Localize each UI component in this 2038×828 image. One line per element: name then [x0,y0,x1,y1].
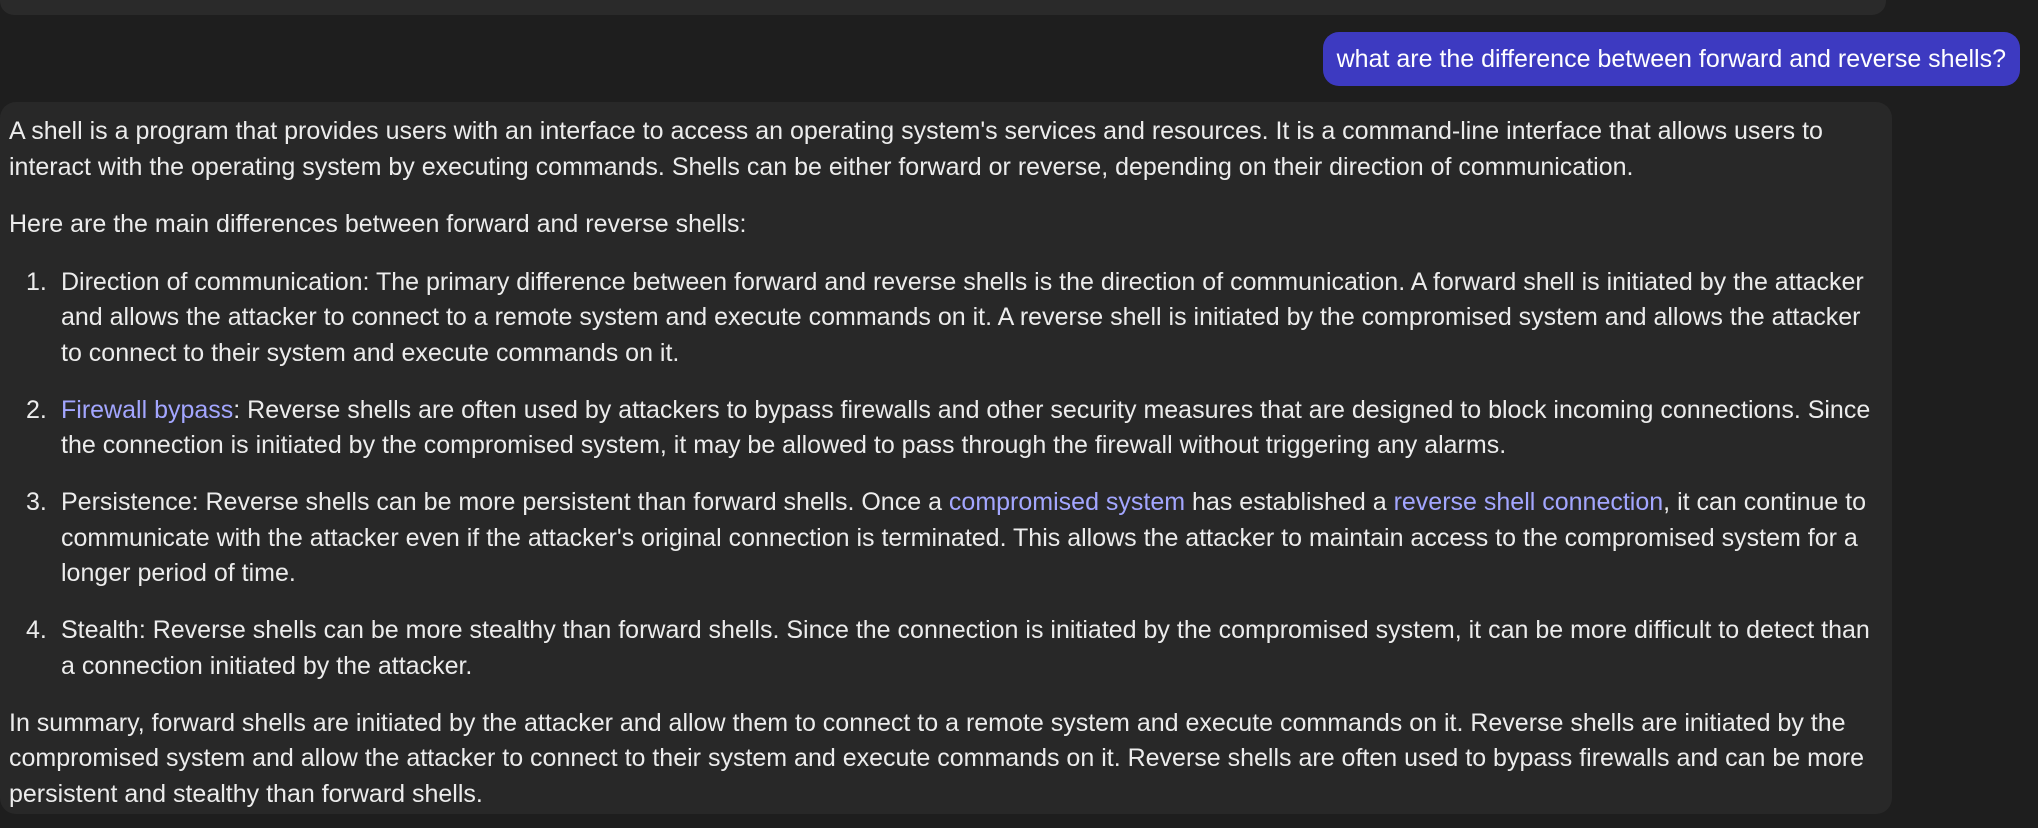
differences-list: 1. Direction of communication: The prima… [9,265,1883,685]
list-item: 3. Persistence: Reverse shells can be mo… [9,485,1883,592]
response-intro: A shell is a program that provides users… [9,117,1823,181]
list-item-number: 1. [26,267,47,296]
response-lead: Here are the main differences between fo… [9,210,747,238]
list-item-number: 2. [26,395,47,424]
user-message-row: what are the difference between forward … [1322,32,2020,86]
list-item-text: Direction of communication: The primary … [61,267,1864,367]
previous-message-bubble [0,0,1886,15]
list-item-number: 3. [26,488,47,516]
compromised-system-link[interactable]: compromised system [949,488,1185,516]
assistant-message-bubble: A shell is a program that provides users… [0,102,1892,814]
reverse-shell-connection-link[interactable]: reverse shell connection [1394,488,1664,516]
response-summary: In summary, forward shells are initiated… [9,708,1865,808]
user-message-text: what are the difference between forward … [1336,45,2006,73]
list-item-number: 4. [26,616,47,644]
list-item-text: Persistence: Reverse shells can be more … [61,488,949,516]
list-item: 1. Direction of communication: The prima… [9,265,1883,372]
firewall-bypass-link[interactable]: Firewall bypass [61,396,233,424]
chat-view: what are the difference between forward … [0,0,2038,828]
list-item-text: has established a [1185,488,1394,516]
list-item-text: Stealth: Reverse shells can be more stea… [61,616,1870,680]
list-item: 4. Stealth: Reverse shells can be more s… [9,613,1883,684]
user-message-bubble: what are the difference between forward … [1322,32,2020,86]
list-item-text: : Reverse shells are often used by attac… [61,395,1871,460]
list-item: 2. Firewall bypass: Reverse shells are o… [9,393,1883,464]
